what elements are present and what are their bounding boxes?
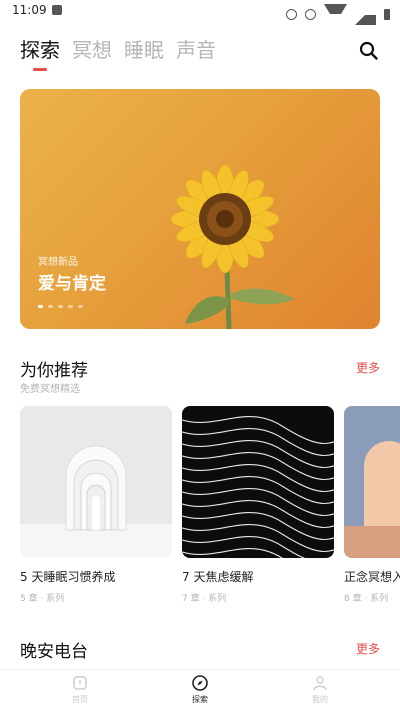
recommend-more-link[interactable]: 更多 [356, 359, 380, 376]
night-radio-section-title: 晚安电台 [20, 642, 88, 662]
search-icon [359, 41, 378, 60]
card-meta: 7 章 · 系列 [182, 594, 227, 604]
compass-icon [192, 675, 208, 691]
battery-icon [384, 9, 390, 20]
featured-banner[interactable]: 冥想新品 爱与肯定 [20, 89, 380, 329]
profile-icon [313, 676, 327, 691]
nav-home[interactable]: 首页 [50, 674, 110, 705]
banner-title: 爱与肯定 [38, 274, 106, 294]
search-button[interactable] [358, 40, 380, 62]
nav-label: 首页 [72, 695, 88, 704]
top-tabs: 探索 冥想 睡眠 声音 [20, 36, 216, 64]
wifi-icon [324, 4, 347, 25]
nav-label: 探索 [192, 695, 208, 704]
tab-sleep[interactable]: 睡眠 [124, 36, 164, 64]
card-title: 正念冥想入门 [344, 570, 400, 584]
card-image-waves [182, 406, 334, 558]
recommend-section-subtitle: 免费冥想精选 [20, 384, 80, 395]
course-card[interactable]: 5 天睡眠习惯养成 5 章 · 系列 [20, 406, 172, 604]
card-title: 7 天焦虑缓解 [182, 570, 254, 584]
sunflower-image [170, 164, 295, 329]
status-bar: 11:09 [0, 0, 400, 25]
signal-icon [355, 4, 376, 25]
card-meta: 5 章 · 系列 [20, 594, 65, 604]
status-time: 11:09 [12, 3, 47, 17]
bottom-navigation: 首页 探索 我的 [0, 669, 400, 712]
course-card[interactable]: 正念冥想入门 8 章 · 系列 [344, 406, 400, 604]
recommend-card-list: 5 天睡眠习惯养成 5 章 · 系列 7 天焦虑缓解 7 章 · 系列 正念冥想… [20, 406, 400, 606]
nav-profile[interactable]: 我的 [290, 674, 350, 705]
night-radio-more-link[interactable]: 更多 [356, 640, 380, 657]
carousel-dot [38, 305, 43, 308]
carousel-dot [48, 305, 53, 308]
banner-subtitle: 冥想新品 [38, 257, 78, 268]
tab-explore[interactable]: 探索 [20, 36, 60, 64]
recommend-section-title: 为你推荐 [20, 361, 88, 381]
notification-app-icon [52, 5, 62, 15]
card-image-arches [20, 406, 172, 558]
card-title: 5 天睡眠习惯养成 [20, 570, 116, 584]
nav-label: 我的 [312, 695, 328, 704]
carousel-indicator [38, 305, 83, 308]
do-not-disturb-icon [305, 9, 316, 20]
tab-meditation[interactable]: 冥想 [72, 36, 112, 64]
carousel-dot [68, 305, 73, 308]
mute-icon [286, 9, 297, 20]
nav-explore[interactable]: 探索 [170, 674, 230, 705]
active-tab-indicator [33, 68, 47, 71]
card-image-doorway [344, 406, 400, 558]
status-icons [286, 4, 390, 25]
carousel-dot [58, 305, 63, 308]
home-icon [73, 676, 87, 690]
course-card[interactable]: 7 天焦虑缓解 7 章 · 系列 [182, 406, 334, 604]
tab-sound[interactable]: 声音 [176, 36, 216, 64]
carousel-dot [78, 305, 83, 308]
card-meta: 8 章 · 系列 [344, 594, 389, 604]
